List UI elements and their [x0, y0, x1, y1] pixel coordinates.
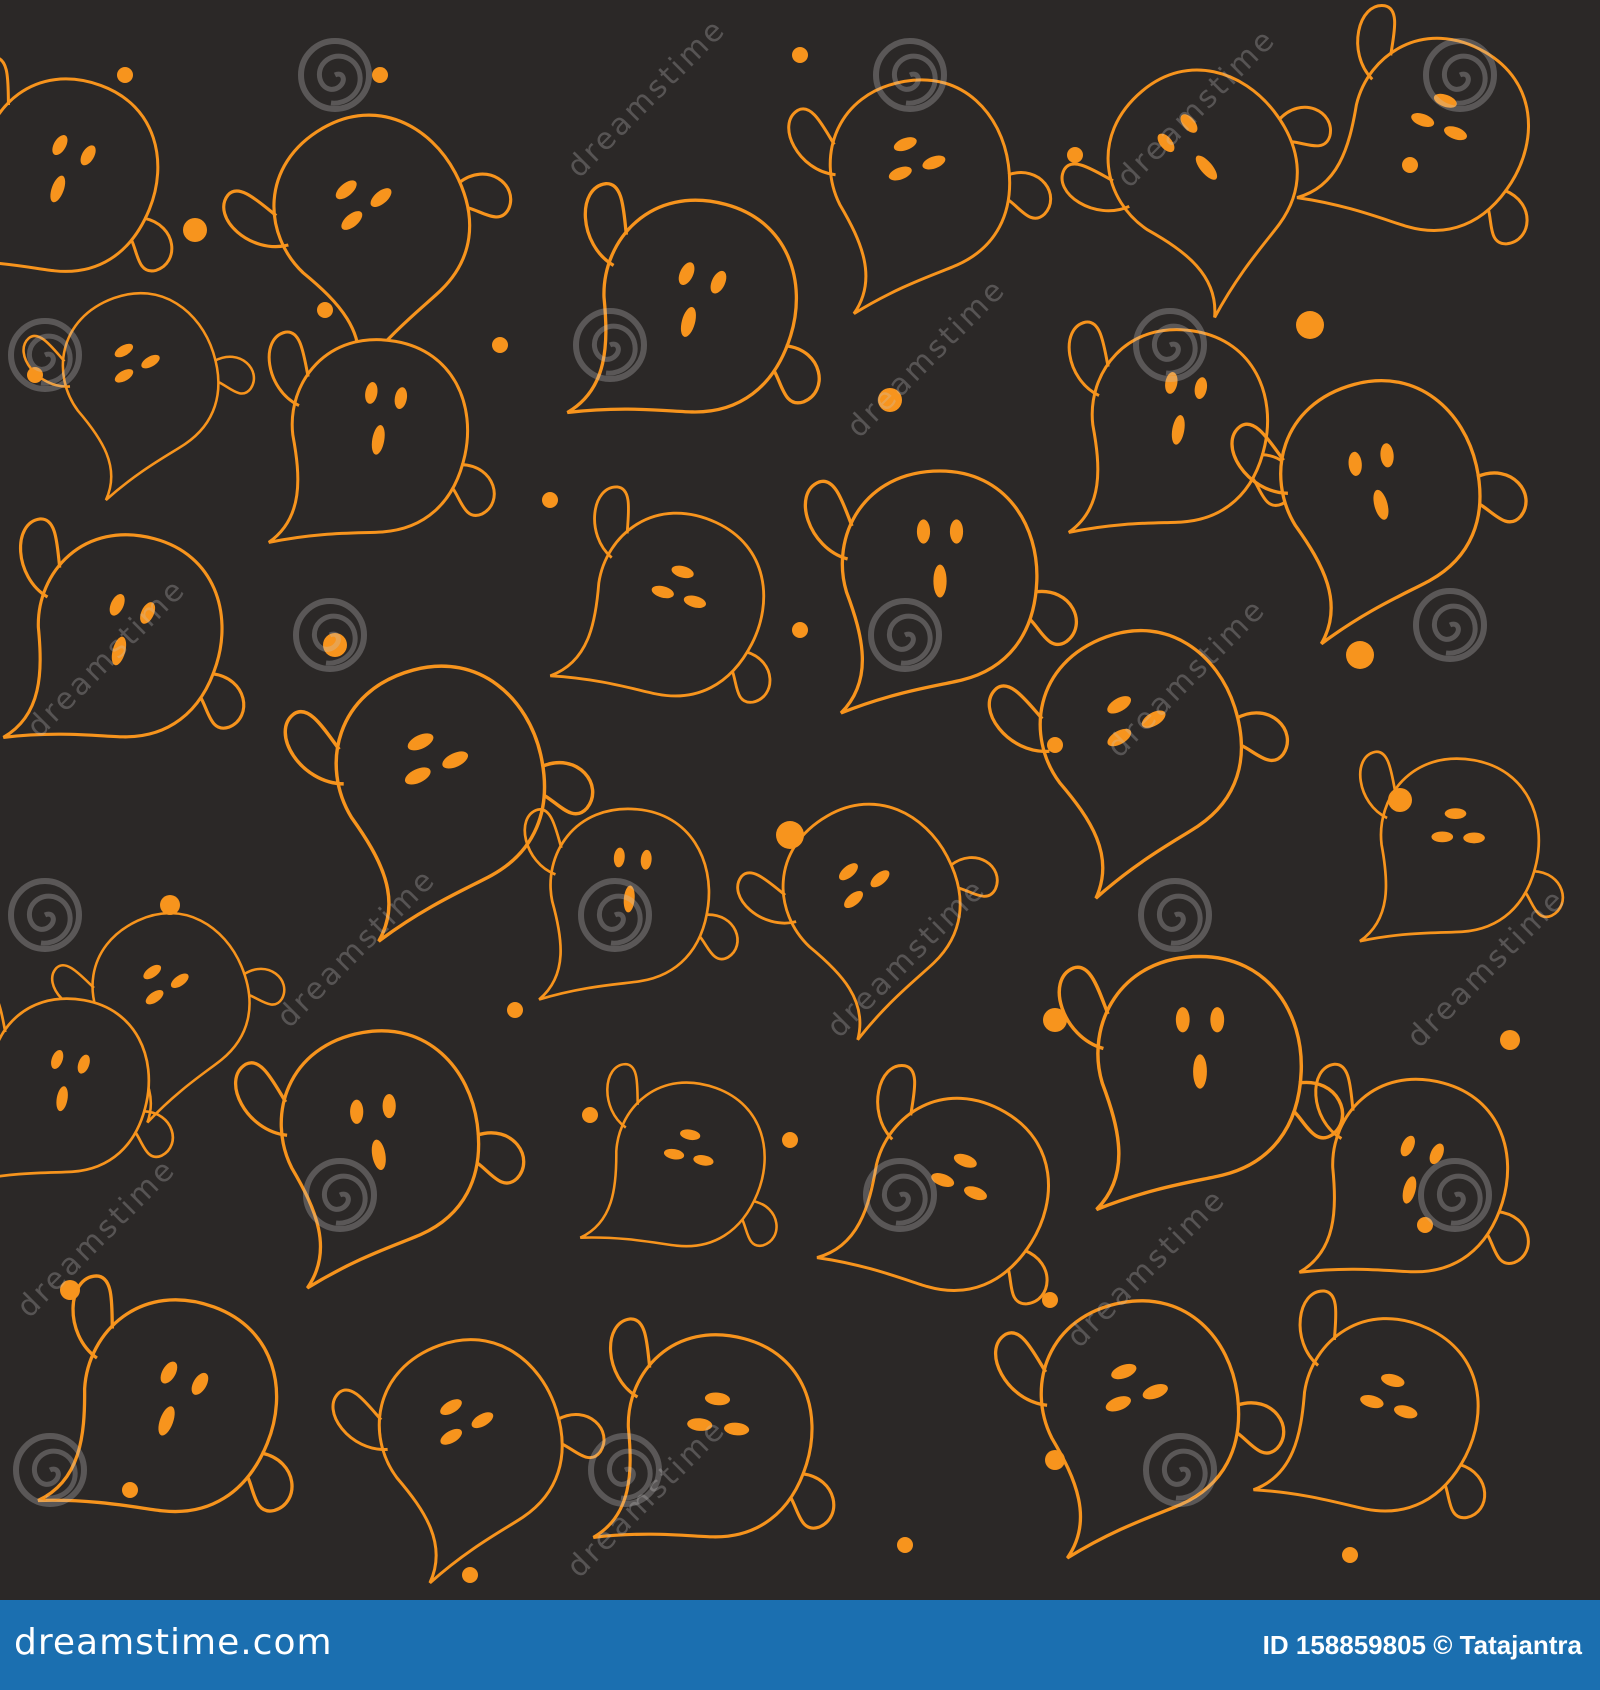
ghost-body	[828, 78, 1012, 315]
halloween-ghost-pattern: dreamstime dreamstime dreamstime dreamst…	[0, 0, 1600, 1600]
ghost-icon	[549, 485, 772, 704]
confetti-dot	[122, 1482, 138, 1498]
confetti-dot	[1342, 1547, 1358, 1563]
confetti-dot	[582, 1107, 598, 1123]
ghost-body	[781, 802, 962, 1041]
pattern-canvas	[0, 4, 1565, 1585]
ghost-icon	[736, 802, 999, 1041]
ghost-icon	[1359, 750, 1565, 943]
ghost-icon	[234, 1029, 526, 1290]
confetti-dot	[1296, 311, 1324, 339]
ghost-face-mark	[933, 564, 947, 598]
confetti-dot	[1388, 788, 1412, 812]
confetti-dot	[1045, 1450, 1065, 1470]
ghost-face-mark	[1463, 832, 1485, 844]
ghost-face-mark	[1431, 831, 1454, 843]
author-name: Tatajantra	[1459, 1630, 1582, 1660]
ghost-face-mark	[1193, 1054, 1207, 1089]
ghost-body	[816, 1096, 1050, 1292]
confetti-dot	[897, 1537, 913, 1553]
ghost-icon	[2, 517, 246, 739]
confetti-dot	[1042, 1292, 1058, 1308]
confetti-dot	[160, 895, 180, 915]
swirl-icon	[8, 878, 82, 952]
ghost-icon	[0, 55, 174, 273]
ghost-icon	[816, 1064, 1050, 1306]
ghost-body	[0, 77, 160, 273]
confetti-dot	[117, 67, 133, 83]
confetti-dot	[776, 821, 804, 849]
ghost-face-mark	[1175, 1007, 1190, 1033]
confetti-dot	[317, 302, 333, 318]
id-value: 158859805	[1295, 1630, 1427, 1660]
confetti-dot	[1047, 737, 1063, 753]
ghost-body	[1296, 36, 1530, 232]
ghost-arm	[1236, 1401, 1286, 1455]
ghost-body	[1359, 757, 1541, 943]
ghost-icon	[1298, 1062, 1530, 1274]
ghost-body	[61, 291, 220, 501]
ghost-icon	[1057, 954, 1345, 1212]
swirl-icon	[1138, 878, 1212, 952]
ghost-icon	[994, 1299, 1286, 1560]
id-label: ID	[1262, 1630, 1289, 1660]
confetti-dot	[792, 622, 808, 638]
ghost-body	[549, 511, 766, 698]
footer-credit: ID 158859805 © Tatajantra	[1263, 1630, 1582, 1661]
ghost-icon	[1296, 4, 1530, 246]
ghost-arm	[476, 1131, 526, 1185]
confetti-dot	[792, 47, 808, 63]
confetti-dot	[1402, 157, 1418, 173]
swirl-icon	[298, 38, 372, 112]
ghost-face-mark	[382, 1093, 396, 1119]
ghost-body	[1252, 1317, 1480, 1513]
footer-bar: dreamstime.com ID 158859805 © Tatajantra	[0, 1600, 1600, 1690]
confetti-dot	[492, 337, 508, 353]
confetti-dot	[1067, 147, 1083, 163]
confetti-dot	[542, 492, 558, 508]
ghost-icon	[1252, 1289, 1487, 1520]
ghost-body	[334, 664, 547, 943]
confetti-dot	[507, 1002, 523, 1018]
ghost-arm	[1007, 171, 1052, 220]
ghost-face-mark	[1210, 1007, 1225, 1033]
ghost-icon	[331, 1338, 606, 1585]
confetti-dot	[462, 1567, 478, 1583]
ghost-face-mark	[949, 519, 964, 544]
confetti-dot	[1346, 641, 1374, 669]
confetti-dot	[372, 67, 388, 83]
confetti-dot	[878, 388, 902, 412]
confetti-dot	[183, 218, 207, 242]
swirl-icon	[1413, 588, 1487, 662]
copyright-symbol: ©	[1433, 1630, 1453, 1660]
ghost-body	[1039, 1299, 1241, 1560]
confetti-dot	[782, 1132, 798, 1148]
confetti-dot	[1500, 1030, 1520, 1050]
confetti-dot	[60, 1280, 80, 1300]
ghost-icon	[803, 469, 1078, 715]
ghost-icon	[579, 1062, 778, 1248]
ghost-icon	[523, 807, 739, 1001]
ghost-icon	[592, 1317, 836, 1539]
ghost-face-mark	[1444, 808, 1467, 820]
ghost-icon	[1060, 68, 1332, 319]
ghost-face-mark	[350, 1099, 364, 1124]
ghost-body	[377, 1338, 564, 1585]
ghost-icon	[267, 330, 496, 544]
ghost-icon	[1230, 379, 1528, 646]
confetti-dot	[1043, 1008, 1067, 1032]
ghost-arm	[1028, 589, 1078, 646]
footer-logo[interactable]: dreamstime.com	[14, 1622, 333, 1663]
swirl-icon	[293, 598, 367, 672]
ghost-body	[579, 1081, 766, 1248]
ghost-face-mark	[916, 519, 931, 544]
ghost-icon	[987, 628, 1290, 900]
swirl-icon	[8, 318, 82, 392]
ghost-icon	[37, 1274, 294, 1514]
